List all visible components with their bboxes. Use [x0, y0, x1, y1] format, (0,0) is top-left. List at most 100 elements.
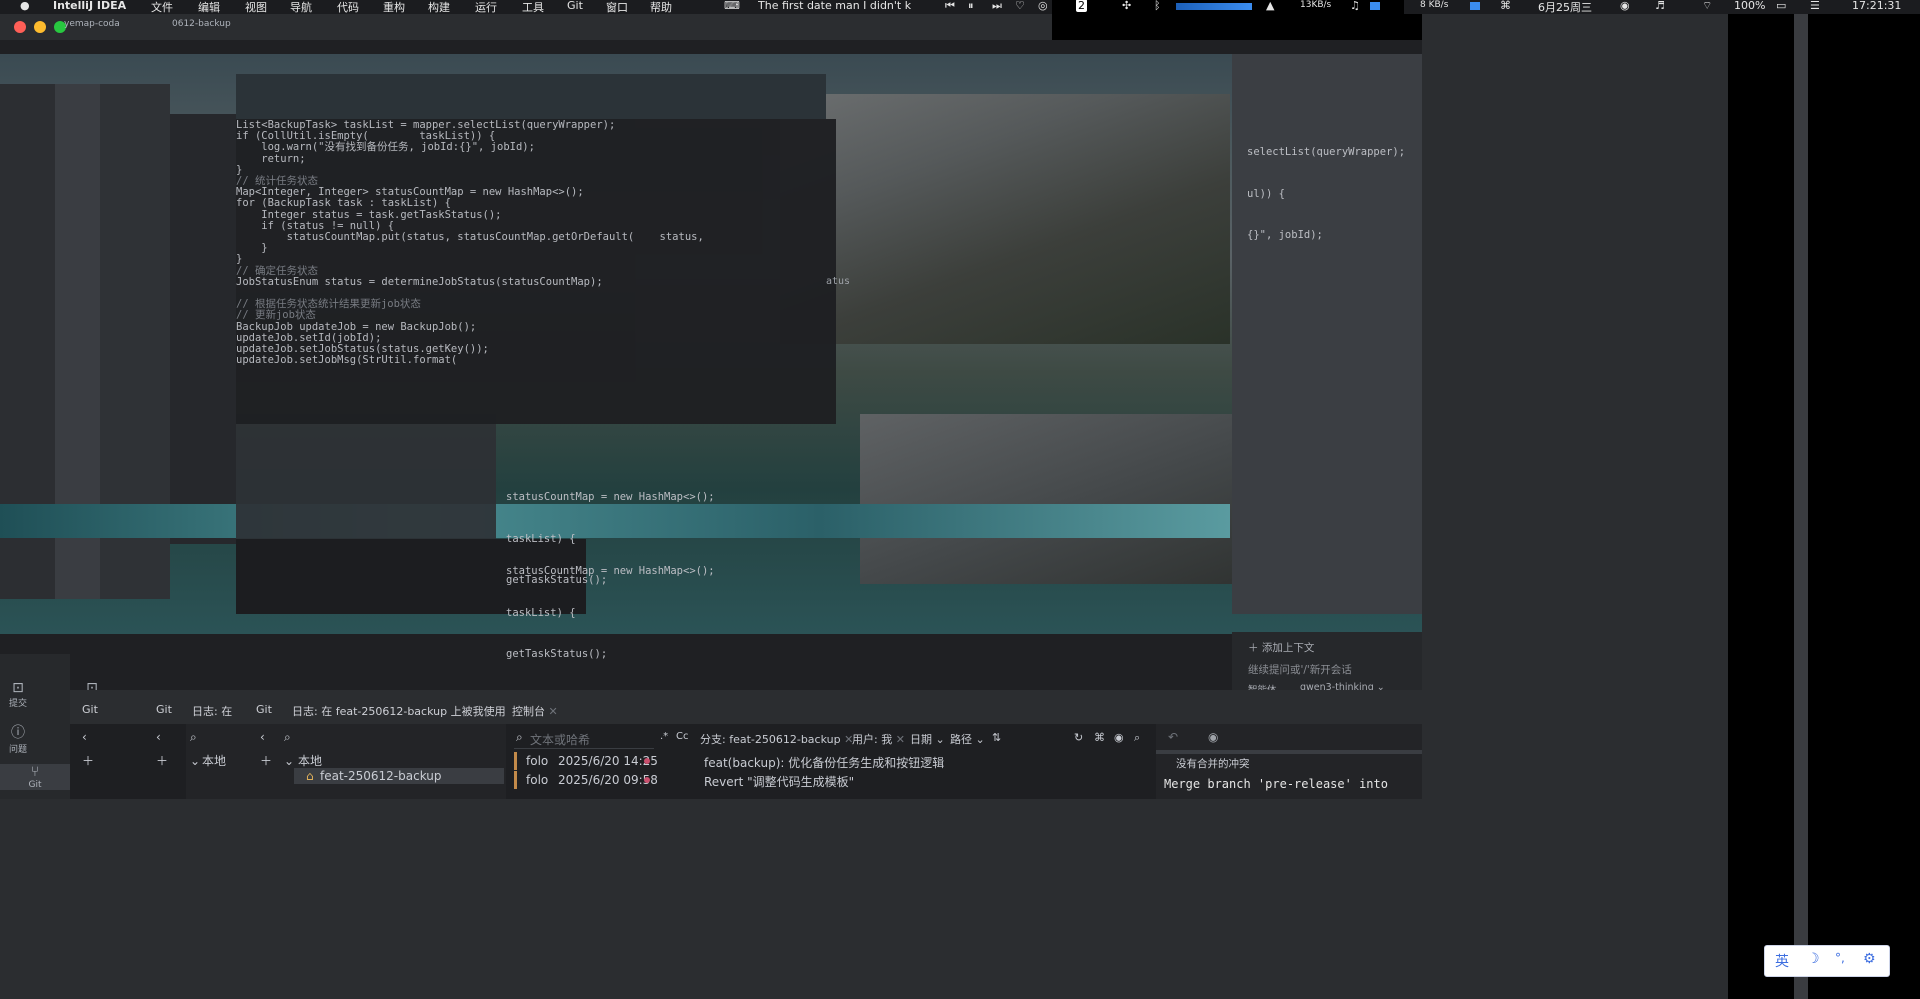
plus-icon[interactable]: ＋: [260, 752, 272, 769]
commit-tool-button[interactable]: ⊡ 提交: [0, 680, 36, 709]
search-icon[interactable]: ⌕: [284, 730, 291, 745]
ime-language[interactable]: 英: [1775, 951, 1789, 971]
window-close-button[interactable]: [14, 21, 26, 33]
case-toggle[interactable]: Cc: [676, 731, 688, 742]
bell-icon[interactable]: ♫: [1350, 0, 1360, 12]
moon-icon[interactable]: ☽: [1807, 951, 1820, 967]
expand-icon[interactable]: ⌄: [190, 754, 200, 768]
menu-window[interactable]: 窗口: [606, 0, 628, 14]
table-row[interactable]: folo 2025/6/20 09:58 Revert "调整代码生成模板": [514, 771, 1094, 789]
branch-filter-label: 分支: feat-250612-backup: [700, 733, 841, 746]
notification-badge[interactable]: 2: [1076, 0, 1087, 12]
eye-icon[interactable]: ◉: [1114, 731, 1124, 744]
tool-window-strip: ⊡ 提交 ⓘ 问题 ⑂ Git ⊡ 提交 ⓘ 问题 ⑂ Git: [0, 654, 101, 799]
path-filter[interactable]: 路径 ⌄: [950, 731, 985, 747]
glitch-block: [236, 74, 826, 119]
menu-refactor[interactable]: 重构: [383, 0, 405, 14]
keyboard-icon[interactable]: ⌨: [724, 0, 740, 12]
plus-icon[interactable]: ＋: [82, 752, 94, 769]
close-icon[interactable]: ✕: [896, 733, 905, 746]
now-playing-title[interactable]: The first date man I didn't k: [758, 0, 936, 12]
bluetooth-icon[interactable]: ᛒ: [1154, 0, 1161, 12]
menu-file[interactable]: 文件: [151, 0, 173, 14]
record-icon[interactable]: ◎: [1038, 0, 1048, 12]
gear-icon[interactable]: ⚙: [1863, 951, 1876, 967]
chevron-left-icon[interactable]: ‹: [82, 730, 87, 744]
eye-icon[interactable]: ◉: [1208, 730, 1218, 744]
menu-tools[interactable]: 工具: [522, 0, 544, 14]
code-line[interactable]: return;: [236, 153, 305, 167]
chevron-left-icon[interactable]: ‹: [260, 730, 265, 744]
control-center-icon[interactable]: ☰: [1810, 0, 1820, 12]
ime-toolbar[interactable]: 英 ☽ °, ⚙: [1764, 945, 1890, 977]
headphones-icon[interactable]: ♬: [1655, 0, 1665, 12]
regex-toggle[interactable]: .*: [660, 731, 668, 742]
branch-name[interactable]: 0612-backup: [172, 19, 231, 29]
project-name[interactable]: yemap-coda: [64, 19, 120, 29]
git-tool-button[interactable]: ⑂ Git: [0, 764, 70, 790]
next-track-icon[interactable]: ⏭: [992, 0, 1002, 13]
expand-icon[interactable]: ⌄: [284, 754, 294, 768]
problems-tool-button[interactable]: ⓘ 问题: [0, 722, 36, 755]
add-context-button[interactable]: ＋ 添加上下文: [1248, 640, 1314, 655]
wifi-icon[interactable]: ⌔: [1702, 0, 1712, 13]
pause-icon[interactable]: ⏸: [968, 0, 974, 13]
menu-run[interactable]: 运行: [475, 0, 497, 14]
menu-code[interactable]: 代码: [337, 0, 359, 14]
commit-details: ↶ ◉ 没有合并的冲突 Merge branch 'pre-release' i…: [1156, 724, 1422, 799]
disk-graph[interactable]: [1470, 2, 1480, 10]
branch-filter[interactable]: 分支: feat-250612-backup ✕: [700, 731, 853, 747]
battery-icon[interactable]: ▭: [1776, 0, 1786, 12]
tab-log-short[interactable]: 日志: 在 f: [192, 703, 236, 719]
menu-edit[interactable]: 编辑: [198, 0, 220, 14]
net-upload: 13KB/s: [1300, 0, 1332, 10]
code-line[interactable]: updateJob.setJobMsg(StrUtil.format(: [236, 354, 457, 368]
glitch-block: [236, 414, 496, 549]
window-minimize-button[interactable]: [34, 21, 46, 33]
tab-log[interactable]: 日志: 在 feat-250612-backup 上被我使用: [292, 703, 506, 719]
menu-view[interactable]: 视图: [245, 0, 267, 14]
menu-help[interactable]: 帮助: [650, 0, 672, 14]
heart-icon[interactable]: ♡: [1015, 0, 1025, 12]
code-editor[interactable]: List<BackupTask> taskList = mapper.selec…: [236, 119, 836, 424]
code-line[interactable]: JobStatusEnum status = determineJobStatu…: [236, 276, 603, 290]
tab-git-3[interactable]: Git: [256, 703, 272, 716]
refresh-icon[interactable]: ↻: [1074, 731, 1083, 744]
undo-icon[interactable]: ↶: [1168, 730, 1178, 744]
date-filter-label: 日期: [910, 733, 932, 746]
table-row[interactable]: folo 2025/6/20 14:25 feat(backup): 优化备份任…: [514, 752, 1094, 770]
divider: [1156, 750, 1422, 754]
commit-author: folo: [526, 773, 549, 787]
memory-graph[interactable]: [1370, 2, 1380, 10]
input-icon[interactable]: ⌘: [1500, 0, 1511, 12]
prev-track-icon[interactable]: ⏮: [945, 0, 955, 13]
close-icon[interactable]: ✕: [549, 705, 558, 718]
wechat-icon[interactable]: ◉: [1620, 0, 1630, 12]
plus-icon[interactable]: ＋: [156, 752, 168, 769]
lock-icon[interactable]: ▲: [1266, 0, 1274, 12]
apple-icon[interactable]: ●: [20, 0, 30, 12]
menu-build[interactable]: 构建: [428, 0, 450, 14]
sort-icon[interactable]: ⇅: [992, 731, 1001, 744]
gamepad-icon[interactable]: ✣: [1122, 0, 1131, 12]
chevron-left-icon[interactable]: ‹: [156, 730, 161, 744]
punctuation-icon[interactable]: °,: [1835, 951, 1845, 965]
user-filter[interactable]: 用户: 我 ✕: [852, 731, 905, 747]
tab-git-1[interactable]: Git: [82, 703, 98, 716]
add-context-label: 添加上下文: [1261, 642, 1315, 654]
menu-app-name[interactable]: IntelliJ IDEA: [53, 0, 126, 12]
log-search-input[interactable]: ⌕ 文本或哈希: [514, 728, 654, 749]
search-icon[interactable]: ⌕: [1134, 731, 1140, 745]
tab-git-2[interactable]: Git: [156, 703, 172, 716]
search-icon[interactable]: ⌕: [190, 730, 197, 745]
menu-navigate[interactable]: 导航: [290, 0, 312, 14]
clock-time[interactable]: 17:21:31: [1852, 0, 1901, 12]
cherry-pick-icon[interactable]: ⌘: [1094, 731, 1105, 744]
date-filter[interactable]: 日期 ⌄: [910, 731, 945, 747]
tab-console[interactable]: 控制台 ✕: [512, 703, 558, 719]
branch-item-current[interactable]: ⌂ feat-250612-backup: [294, 768, 504, 784]
date-label[interactable]: 6月25周三: [1538, 0, 1592, 14]
code-line[interactable]: statusCountMap.put(status, statusCountMa…: [236, 231, 704, 245]
cpu-graph[interactable]: [1176, 3, 1252, 10]
menu-git[interactable]: Git: [567, 0, 583, 12]
